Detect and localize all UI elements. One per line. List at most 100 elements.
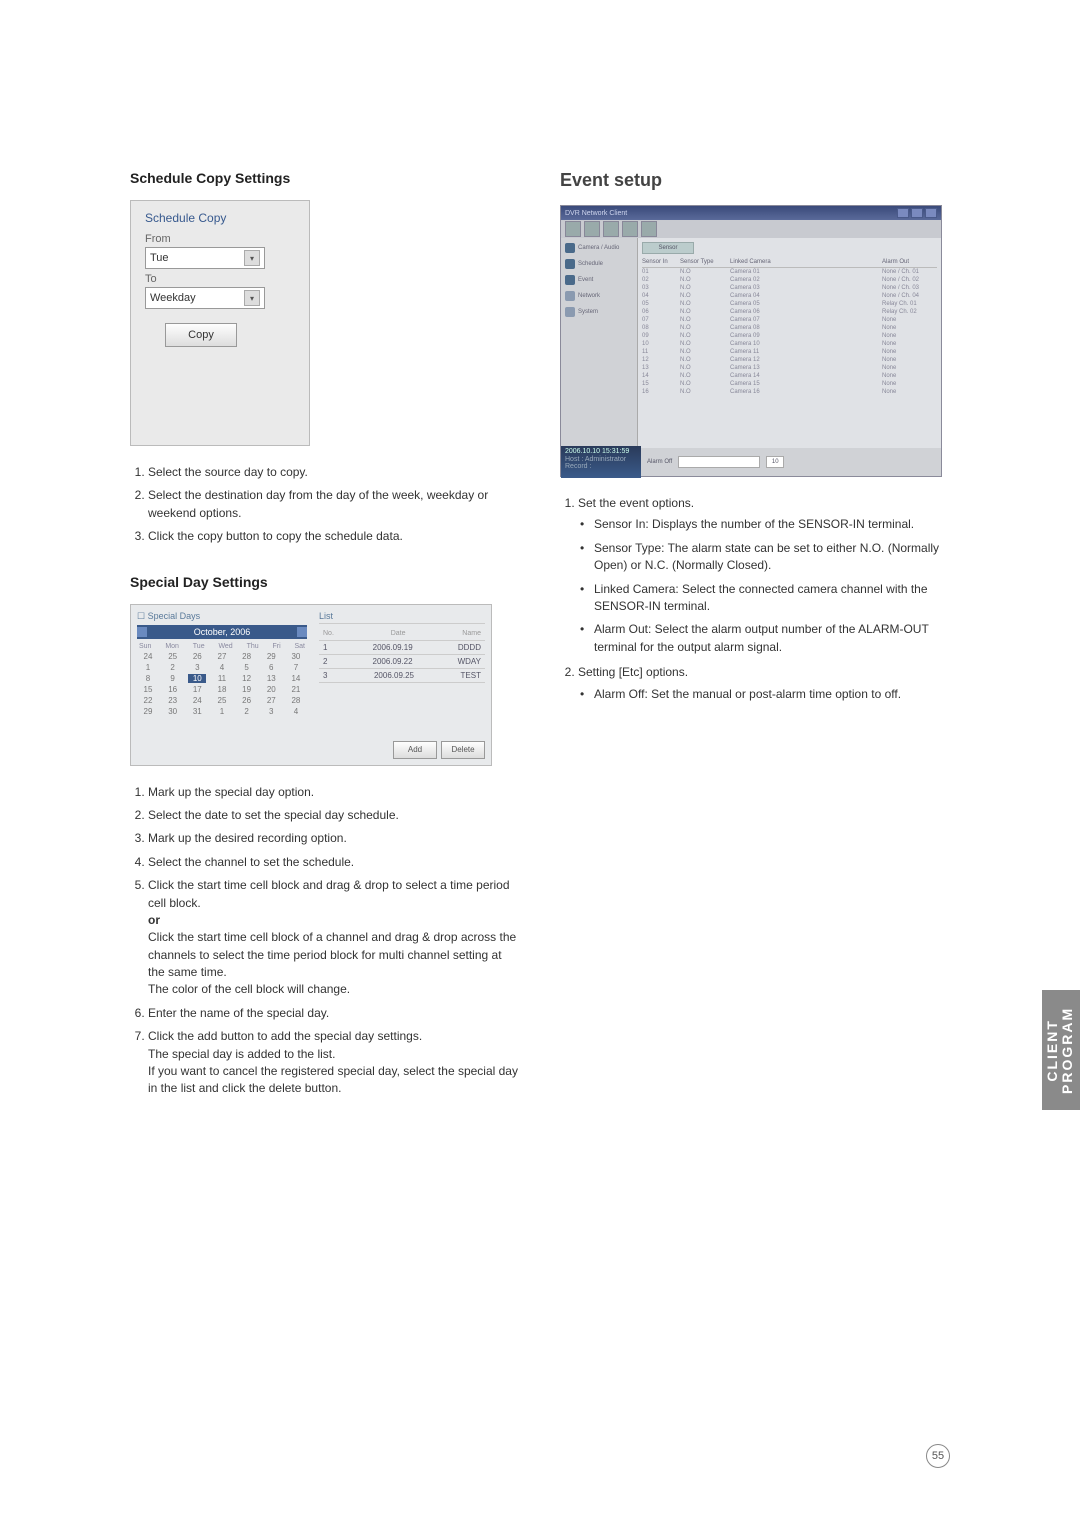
- alarm-off-value: 10: [766, 456, 784, 468]
- from-dropdown[interactable]: Tue ▾: [145, 247, 265, 269]
- tab-sensor[interactable]: Sensor: [642, 242, 694, 254]
- calendar-day[interactable]: 18: [213, 685, 231, 694]
- calendar-day[interactable]: 3: [188, 663, 206, 672]
- chevron-down-icon: ▾: [244, 290, 260, 306]
- list-item: Set the event options. Sensor In: Displa…: [578, 495, 950, 656]
- calendar-day[interactable]: 26: [188, 652, 206, 661]
- copy-button[interactable]: Copy: [165, 323, 237, 347]
- toolbar-icon[interactable]: [565, 221, 581, 237]
- weekday-label: Wed: [218, 643, 232, 650]
- sidebar-item[interactable]: Network: [563, 288, 635, 304]
- delete-button[interactable]: Delete: [441, 741, 485, 759]
- calendar-day[interactable]: 29: [139, 707, 157, 716]
- calendar-day[interactable]: 19: [238, 685, 256, 694]
- sidebar-item[interactable]: System: [563, 304, 635, 320]
- table-row: 01N.OCamera 01None / Ch. 01: [642, 268, 937, 276]
- prev-month-icon[interactable]: [137, 627, 147, 637]
- table-row: 05N.OCamera 05Relay Ch. 01: [642, 300, 937, 308]
- calendar-day[interactable]: 24: [139, 652, 157, 661]
- close-icon[interactable]: [925, 208, 937, 218]
- alarm-off-field[interactable]: [678, 456, 760, 468]
- sidebar-item[interactable]: Schedule: [563, 256, 635, 272]
- calendar-day[interactable]: 22: [139, 696, 157, 705]
- toolbar-icon[interactable]: [584, 221, 600, 237]
- table-row[interactable]: 12006.09.19DDDD: [319, 642, 485, 653]
- calendar-day[interactable]: 30: [164, 707, 182, 716]
- calendar-day[interactable]: 27: [213, 652, 231, 661]
- calendar-day[interactable]: 17: [188, 685, 206, 694]
- calendar-day[interactable]: 24: [188, 696, 206, 705]
- table-row: 09N.OCamera 09None: [642, 332, 937, 340]
- calendar-title-bar: October, 2006: [137, 625, 307, 639]
- sidebar-icon: [565, 307, 575, 317]
- calendar-day[interactable]: 27: [262, 696, 280, 705]
- maximize-icon[interactable]: [911, 208, 923, 218]
- toolbar-icon[interactable]: [641, 221, 657, 237]
- list-item: Click the add button to add the special …: [148, 1028, 520, 1098]
- calendar-day[interactable]: 25: [213, 696, 231, 705]
- calendar-day[interactable]: 8: [139, 674, 157, 683]
- list-item: Mark up the desired recording option.: [148, 830, 520, 847]
- alarm-off-label: Alarm Off: [647, 459, 672, 465]
- table-row: 02N.OCamera 02None / Ch. 02: [642, 276, 937, 284]
- calendar-day[interactable]: 28: [287, 696, 305, 705]
- table-row: 13N.OCamera 13None: [642, 364, 937, 372]
- section-tab: CLIENTPROGRAM: [1042, 990, 1080, 1110]
- calendar-day[interactable]: 11: [213, 674, 231, 683]
- calendar-day[interactable]: 28: [238, 652, 256, 661]
- list-label: List: [319, 611, 485, 624]
- toolbar-icon[interactable]: [603, 221, 619, 237]
- calendar-day[interactable]: 16: [164, 685, 182, 694]
- calendar-day[interactable]: 9: [164, 674, 182, 683]
- calendar-day[interactable]: 23: [164, 696, 182, 705]
- calendar-day[interactable]: 26: [238, 696, 256, 705]
- calendar-day[interactable]: 10: [188, 674, 206, 683]
- calendar-day[interactable]: 29: [262, 652, 280, 661]
- calendar-day[interactable]: 15: [139, 685, 157, 694]
- calendar-day[interactable]: 5: [238, 663, 256, 672]
- sidebar-item[interactable]: Camera / Audio: [563, 240, 635, 256]
- sidebar-icon: [565, 275, 575, 285]
- calendar-day[interactable]: 7: [287, 663, 305, 672]
- calendar-day[interactable]: 2: [164, 663, 182, 672]
- col-header: Sensor Type: [680, 259, 730, 265]
- to-label: To: [145, 273, 295, 285]
- calendar-day[interactable]: 12: [238, 674, 256, 683]
- event-setup-steps: Set the event options. Sensor In: Displa…: [560, 495, 950, 703]
- calendar-day[interactable]: 21: [287, 685, 305, 694]
- list-item: Setting [Etc] options. Alarm Off: Set th…: [578, 664, 950, 703]
- window-title: DVR Network Client: [565, 210, 627, 217]
- page-number: 55: [926, 1444, 950, 1468]
- list-item: Click the copy button to copy the schedu…: [148, 528, 520, 545]
- status-line: Host : Administrator: [565, 456, 637, 464]
- next-month-icon[interactable]: [297, 627, 307, 637]
- calendar-day[interactable]: 13: [262, 674, 280, 683]
- calendar-day[interactable]: 30: [287, 652, 305, 661]
- sidebar-icon: [565, 259, 575, 269]
- calendar-day[interactable]: 3: [262, 707, 280, 716]
- table-row[interactable]: 32006.09.25TEST: [319, 670, 485, 681]
- table-row: 15N.OCamera 15None: [642, 380, 937, 388]
- table-row: 16N.OCamera 16None: [642, 388, 937, 396]
- calendar-day[interactable]: 14: [287, 674, 305, 683]
- calendar-day[interactable]: 4: [213, 663, 231, 672]
- calendar-day[interactable]: 1: [139, 663, 157, 672]
- minimize-icon[interactable]: [897, 208, 909, 218]
- calendar-day[interactable]: 20: [262, 685, 280, 694]
- add-button[interactable]: Add: [393, 741, 437, 759]
- calendar-day[interactable]: 6: [262, 663, 280, 672]
- toolbar-icon[interactable]: [622, 221, 638, 237]
- calendar-day[interactable]: 31: [188, 707, 206, 716]
- from-label: From: [145, 233, 295, 245]
- calendar-day[interactable]: 25: [164, 652, 182, 661]
- table-row[interactable]: 22006.09.22WDAY: [319, 656, 485, 667]
- list-item: Mark up the special day option.: [148, 784, 520, 801]
- table-row: 07N.OCamera 07None: [642, 316, 937, 324]
- list-item: Select the source day to copy.: [148, 464, 520, 481]
- table-row: 12N.OCamera 12None: [642, 356, 937, 364]
- calendar-day[interactable]: 4: [287, 707, 305, 716]
- to-dropdown[interactable]: Weekday ▾: [145, 287, 265, 309]
- sidebar-item[interactable]: Event: [563, 272, 635, 288]
- calendar-day[interactable]: 2: [238, 707, 256, 716]
- calendar-day[interactable]: 1: [213, 707, 231, 716]
